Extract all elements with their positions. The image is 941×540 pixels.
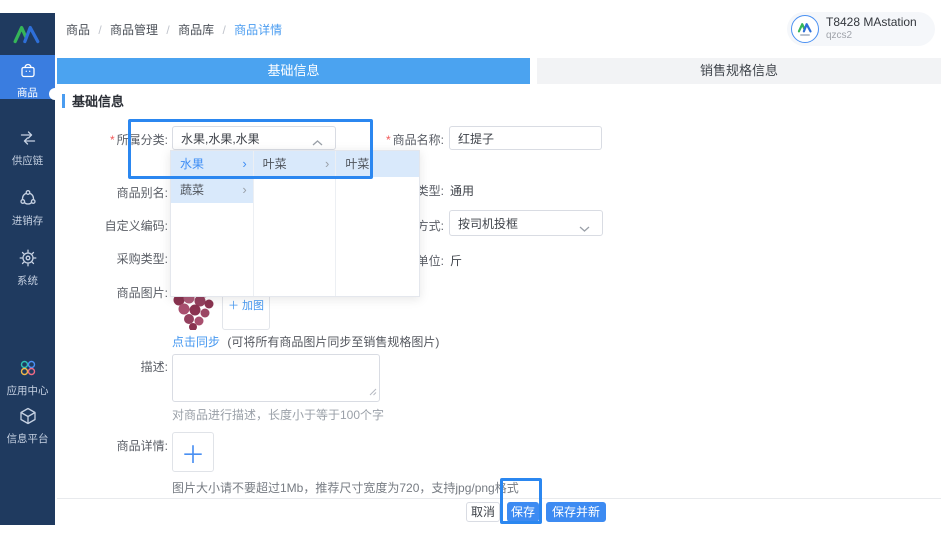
product-name-input[interactable]: 红提子 bbox=[449, 126, 602, 150]
sync-line: 点击同步 (可将所有商品图片同步至销售规格图片) bbox=[172, 333, 439, 350]
inventory-icon bbox=[18, 199, 38, 211]
resize-grip[interactable] bbox=[369, 385, 377, 399]
product-name-value: 红提子 bbox=[458, 130, 494, 147]
section-title: 基础信息 bbox=[72, 91, 124, 110]
product-type-value: 通用 bbox=[450, 182, 474, 199]
topbar: 商品 / 商品管理 / 商品库 / 商品详情 T8428 MAstation q… bbox=[55, 0, 941, 58]
breadcrumb-item[interactable]: 商品 bbox=[66, 23, 90, 37]
sidebar: 商品 供应链 进销存 bbox=[0, 13, 55, 525]
sidebar-item-label: 进销存 bbox=[1, 212, 53, 227]
detail-label: 商品详情: bbox=[40, 437, 168, 454]
sidebar-item-label: 应用中心 bbox=[1, 382, 53, 397]
section-accent-bar bbox=[62, 94, 65, 108]
description-help: 对商品进行描述，长度小于等于100个字 bbox=[172, 406, 384, 423]
active-item-notch bbox=[49, 88, 61, 100]
sidebar-item-supply-chain[interactable]: 供应链 bbox=[0, 123, 55, 168]
supply-chain-icon bbox=[18, 139, 38, 151]
sorting-method-value: 按司机投框 bbox=[458, 215, 518, 232]
sidebar-item-label: 系统 bbox=[1, 272, 53, 287]
cascader-option-vegetable[interactable]: 蔬菜 › bbox=[171, 177, 253, 203]
tab-sales-spec-info[interactable]: 销售规格信息 bbox=[537, 58, 941, 84]
description-textarea[interactable] bbox=[172, 354, 380, 402]
user-name: T8428 MAstation bbox=[826, 16, 917, 30]
sidebar-item-system[interactable]: 系统 bbox=[0, 243, 55, 288]
breadcrumb-current: 商品详情 bbox=[234, 23, 282, 37]
sidebar-item-products[interactable]: 商品 bbox=[0, 55, 55, 99]
cancel-button[interactable]: 取消 bbox=[466, 502, 500, 522]
detail-help: 图片大小请不要超过1Mb，推荐尺寸宽度为720，支持jpg/png格式 bbox=[172, 479, 519, 496]
gear-icon bbox=[18, 259, 38, 271]
sidebar-item-label: 供应链 bbox=[1, 152, 53, 167]
cube-icon bbox=[18, 417, 38, 429]
annotation-box-save bbox=[500, 478, 542, 524]
bag-icon bbox=[18, 71, 38, 83]
section-header: 基础信息 bbox=[62, 91, 124, 110]
sync-note: (可将所有商品图片同步至销售规格图片) bbox=[227, 335, 439, 349]
custom-code-label: 自定义编码: bbox=[40, 217, 168, 234]
sidebar-item-app-center[interactable]: 应用中心 bbox=[0, 353, 55, 398]
breadcrumb-item[interactable]: 商品库 bbox=[178, 23, 214, 37]
footer-divider bbox=[57, 498, 941, 499]
annotation-box-category bbox=[128, 119, 373, 179]
alias-label: 商品别名: bbox=[40, 184, 168, 201]
purchase-unit-value: 斤 bbox=[450, 252, 462, 269]
user-menu[interactable]: T8428 MAstation qzcs2 bbox=[787, 12, 935, 46]
breadcrumb-separator: / bbox=[222, 23, 225, 37]
add-detail-image-button[interactable]: ＋ bbox=[172, 432, 214, 472]
product-image-label: 商品图片: bbox=[40, 284, 168, 301]
app-center-icon bbox=[18, 369, 38, 381]
app-logo bbox=[13, 23, 41, 48]
sync-link[interactable]: 点击同步 bbox=[172, 335, 220, 349]
chevron-right-icon: › bbox=[242, 177, 246, 203]
tab-basic-info[interactable]: 基础信息 bbox=[57, 58, 530, 84]
breadcrumb: 商品 / 商品管理 / 商品库 / 商品详情 bbox=[66, 21, 282, 38]
chevron-down-icon bbox=[579, 221, 590, 235]
breadcrumb-separator: / bbox=[98, 23, 101, 37]
plus-icon: ＋ bbox=[181, 435, 205, 470]
sidebar-item-info-platform[interactable]: 信息平台 bbox=[0, 401, 55, 446]
sidebar-item-inventory[interactable]: 进销存 bbox=[0, 183, 55, 228]
sorting-method-select[interactable]: 按司机投框 bbox=[449, 210, 603, 236]
user-id: qzcs2 bbox=[826, 30, 917, 42]
sidebar-item-label: 信息平台 bbox=[1, 430, 53, 445]
breadcrumb-item[interactable]: 商品管理 bbox=[110, 23, 158, 37]
description-label: 描述: bbox=[40, 358, 168, 375]
avatar bbox=[791, 15, 819, 43]
purchase-type-label: 采购类型: bbox=[40, 250, 168, 267]
sidebar-item-label: 商品 bbox=[1, 84, 53, 99]
save-and-new-button[interactable]: 保存并新建 bbox=[546, 502, 606, 522]
breadcrumb-separator: / bbox=[166, 23, 169, 37]
